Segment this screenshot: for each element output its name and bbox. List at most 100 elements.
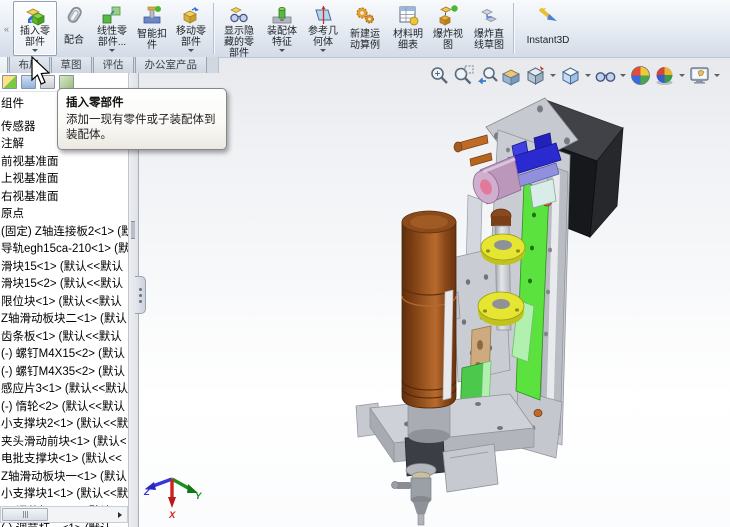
triad-z-axis: Z	[143, 477, 173, 498]
feature-tree: 组件 传感器 注解 前视基准面 上视基准面 右视基准面 原点 (固定) Z轴连接…	[0, 92, 128, 527]
previous-view-icon[interactable]	[476, 64, 499, 87]
tree-item-component[interactable]: 小支撑块2<1> (默认<<默	[0, 416, 128, 434]
tree-item-component[interactable]: (固定) Z轴连接板2<1> (默	[0, 224, 128, 242]
edit-appearance-icon[interactable]	[629, 64, 652, 87]
linear-component-pattern-icon	[102, 6, 121, 24]
reference-geometry-icon	[315, 6, 332, 24]
triad-y-axis: Y	[171, 477, 203, 502]
bill-of-materials-button[interactable]: 材料明 细表	[387, 1, 429, 56]
tree-item-component[interactable]: 感应片3<1> (默认<<默认	[0, 381, 128, 399]
hide-show-items-icon[interactable]	[594, 64, 617, 87]
bill-of-materials-label: 材料明 细表	[393, 29, 423, 51]
view-orientation-dropdown[interactable]	[550, 74, 556, 77]
new-motion-study-button[interactable]: 新建运 动算例	[343, 1, 387, 56]
hide-show-items-dropdown[interactable]	[620, 74, 626, 77]
tree-item-component[interactable]: 电批支撑块<1> (默认<<	[0, 451, 128, 469]
toolbar-separator	[213, 3, 215, 54]
reference-triad: Z Y X	[143, 477, 203, 521]
toolbar-overflow-chevron-icon[interactable]: «	[0, 0, 13, 57]
display-style-icon[interactable]	[559, 64, 582, 87]
assembly-features-icon	[272, 7, 292, 24]
move-component-dropdown[interactable]	[188, 49, 194, 52]
insert-component-tooltip: 插入零部件 添加一现有零件或子装配体到装配体。	[57, 88, 227, 150]
tree-item-origin[interactable]: 原点	[0, 206, 128, 224]
scrollbar-thumb[interactable]	[2, 508, 48, 521]
explode-line-sketch-label: 爆炸直 线草图	[474, 29, 504, 51]
insert-component-dropdown[interactable]	[32, 49, 38, 52]
insert-component-icon	[26, 8, 45, 26]
section-view-icon[interactable]	[500, 64, 523, 87]
smart-fasteners-button[interactable]: 智能扣 件	[133, 1, 171, 56]
instant3d-label: Instant3D	[526, 34, 570, 46]
mate-button[interactable]: 配合	[57, 1, 91, 56]
tree-item-component[interactable]: 导轨egh15ca-210<1> (默	[0, 241, 128, 259]
splitter-grip[interactable]	[131, 221, 135, 239]
model-copper-bolt[interactable]	[533, 408, 543, 417]
model-chuck[interactable]	[391, 463, 437, 526]
tree-item-component[interactable]: 齿条板<1> (默认<<默认	[0, 329, 128, 347]
tree-item-top-plane[interactable]: 上视基准面	[0, 171, 128, 189]
apply-scene-icon[interactable]	[653, 64, 676, 87]
scrollbar-right-arrow[interactable]	[112, 507, 127, 522]
tree-item-component[interactable]: 限位块<1> (默认<<默认	[0, 294, 128, 312]
tree-horizontal-scrollbar[interactable]	[0, 506, 128, 523]
linear-component-pattern-label: 线性零 部件...	[97, 26, 127, 48]
new-motion-study-icon	[356, 7, 374, 24]
model-flange-upper[interactable]	[480, 233, 526, 265]
show-hidden-components-label: 显示隐 藏的零 部件	[224, 26, 254, 59]
tree-item-right-plane[interactable]: 右视基准面	[0, 189, 128, 207]
mouse-cursor	[31, 56, 51, 85]
zoom-to-fit-icon[interactable]	[428, 64, 451, 87]
tab-office-products[interactable]: 办公室产品	[134, 57, 207, 73]
tree-item-component[interactable]: (-) 惰轮<2> (默认<<默认	[0, 399, 128, 417]
tree-item-component[interactable]: Z轴滑动板块二<1> (默认	[0, 311, 128, 329]
tree-item-component[interactable]: (-) 螺钉M4X15<2> (默认	[0, 346, 128, 364]
linear-component-pattern-dropdown[interactable]	[109, 49, 115, 52]
instant3d-button[interactable]: Instant3D	[517, 1, 579, 56]
show-hidden-components-button[interactable]: 显示隐 藏的零 部件	[217, 1, 261, 59]
smart-fasteners-icon	[143, 6, 161, 24]
exploded-view-button[interactable]: 爆炸视 图	[429, 1, 467, 56]
explode-line-sketch-icon	[481, 9, 497, 22]
reference-geometry-button[interactable]: 参考几 何体	[303, 1, 343, 56]
splitter-flyout-handle[interactable]	[135, 276, 146, 314]
tree-item-component[interactable]: 滑块15<2> (默认<<默认	[0, 276, 128, 294]
toolbar-separator	[513, 3, 515, 54]
tree-item-component[interactable]: 滑块15<1> (默认<<默认	[0, 259, 128, 277]
display-style-dropdown[interactable]	[585, 74, 591, 77]
model-copper-pin[interactable]	[453, 134, 493, 167]
tree-item-component[interactable]: (-) 螺钉M4X35<2> (默认	[0, 364, 128, 382]
insert-component-button[interactable]: 插入零 部件	[13, 1, 57, 56]
move-component-icon	[183, 7, 199, 24]
move-component-label: 移动零 部件	[176, 26, 206, 48]
tab-assembly[interactable]: 装配体	[0, 57, 8, 73]
tab-sketch[interactable]: 草图	[50, 57, 92, 73]
featuremanager-tree-tab-icon[interactable]	[2, 75, 17, 89]
view-orientation-icon[interactable]	[524, 64, 547, 87]
linear-component-pattern-button[interactable]: 线性零 部件...	[91, 1, 133, 56]
explode-line-sketch-button[interactable]: 爆炸直 线草图	[467, 1, 511, 56]
assembly-features-button[interactable]: 装配体 特征	[261, 1, 303, 56]
mate-icon	[67, 6, 82, 23]
move-component-button[interactable]: 移动零 部件	[171, 1, 211, 56]
model-flange-lower[interactable]	[477, 291, 525, 326]
model-electric-driver[interactable]	[401, 210, 457, 443]
dimxpertmanager-tab-icon[interactable]	[59, 75, 74, 89]
zoom-to-area-icon[interactable]	[452, 64, 475, 87]
view-settings-icon[interactable]	[688, 64, 711, 87]
reference-geometry-dropdown[interactable]	[320, 49, 326, 52]
tree-item-component[interactable]: 夹头滑动前块<1> (默认<	[0, 434, 128, 452]
instant3d-icon	[538, 7, 557, 21]
tree-item-front-plane[interactable]: 前视基准面	[0, 154, 128, 172]
tab-evaluate[interactable]: 评估	[92, 57, 134, 73]
view-settings-dropdown[interactable]	[714, 74, 720, 77]
tree-item-component[interactable]: 小支撑块1<1> (默认<<默	[0, 486, 128, 504]
exploded-view-icon	[439, 5, 458, 26]
tree-item-component[interactable]: Z轴滑动板块一<1> (默认	[0, 469, 128, 487]
smart-fasteners-label: 智能扣 件	[137, 29, 167, 51]
model-bracket-arm[interactable]	[442, 443, 499, 493]
tooltip-body: 添加一现有零件或子装配体到装配体。	[66, 114, 216, 141]
apply-scene-dropdown[interactable]	[679, 74, 685, 77]
show-hidden-components-icon	[230, 7, 248, 23]
assembly-features-dropdown[interactable]	[279, 49, 285, 52]
